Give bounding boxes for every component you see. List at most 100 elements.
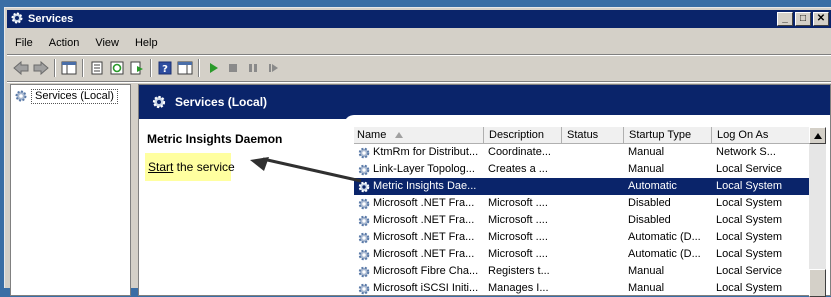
scroll-up-arrow-icon [813,132,822,139]
service-description: Microsoft .... [488,248,548,260]
service-name: KtmRm for Distribut... [373,146,479,158]
column-header-name[interactable]: Name [354,127,484,144]
restart-service-button[interactable] [263,58,283,78]
menu-action[interactable]: Action [41,37,88,49]
menu-view[interactable]: View [87,37,127,49]
title-bar[interactable]: Services _ □ ✕ [7,10,831,28]
toolbar-separator [54,59,56,77]
service-log-on-as: Network S... [716,146,776,158]
show-hide-console-tree-button[interactable] [59,58,79,78]
restart-icon [269,64,278,72]
annotation-arrow [250,157,362,183]
toolbar-separator [82,59,84,77]
menu-bar: File Action View Help [7,33,831,53]
services-gear-icon [152,95,166,109]
service-row[interactable]: Metric Insights Dae... Automatic Local Sys… [354,178,824,195]
service-row[interactable]: Microsoft .NET Fra... Microsoft .... Disab… [354,212,824,229]
service-log-on-as: Local Service [716,265,783,277]
service-startup-type: Automatic (D... [628,231,701,243]
service-gear-icon [358,249,370,260]
refresh-button[interactable] [107,58,127,78]
column-header-startup-type[interactable]: Startup Type [624,127,712,144]
service-name-cell: KtmRm for Distribut... [354,144,484,161]
service-name-cell: Microsoft iSCSI Initi... [354,280,484,297]
forward-button[interactable] [31,58,51,78]
start-service-button[interactable] [203,58,223,78]
vertical-scrollbar[interactable] [809,127,826,297]
service-description: Microsoft .... [488,214,548,226]
service-name-cell: Microsoft Fibre Cha... [354,263,484,280]
service-name: Microsoft Fibre Cha... [373,265,479,277]
service-name-cell: Link-Layer Topolog... [354,161,484,178]
service-description: Registers t... [488,265,550,277]
start-service-link[interactable]: Start [148,160,173,174]
service-name: Microsoft .NET Fra... [373,214,475,226]
help-button[interactable]: ? [155,58,175,78]
pane-header-title: Services (Local) [175,95,268,109]
minimize-button[interactable]: _ [777,12,793,26]
pause-service-button[interactable] [243,58,263,78]
tree-item-label: Services (Local) [31,88,118,104]
service-row[interactable]: KtmRm for Distribut... Coordinate... Manua… [354,144,824,161]
export-list-button[interactable] [127,58,147,78]
service-gear-icon [358,215,370,226]
service-gear-icon [358,283,370,294]
service-startup-type: Manual [628,163,665,175]
pane-header: Services (Local) [139,85,830,119]
service-row[interactable]: Microsoft .NET Fra... Microsoft .... Autom… [354,246,824,263]
column-header-log-on-as[interactable]: Log On As [712,127,822,144]
service-name-cell: Microsoft .NET Fra... [354,195,484,212]
toolbar-separator [198,59,200,77]
console-tree: Services (Local) [10,84,131,296]
services-gear-icon [10,11,24,28]
service-log-on-as: Local Service [716,163,783,175]
refresh-icon [110,61,124,75]
service-row[interactable]: Microsoft Fibre Cha... Registers t... Manu… [354,263,824,280]
menu-help[interactable]: Help [127,37,166,49]
back-button[interactable] [11,58,31,78]
toolbar-divider [7,81,831,83]
service-status [562,161,624,178]
service-description: Creates a ... [488,163,548,175]
properties-button[interactable] [87,58,107,78]
service-name: Microsoft iSCSI Initi... [373,282,479,294]
column-header-status[interactable]: Status [562,127,624,144]
stop-service-button[interactable] [223,58,243,78]
service-name-cell: Metric Insights Dae... [354,178,484,195]
service-description: Microsoft .... [488,197,548,209]
service-rows: KtmRm for Distribut... Coordinate... Manua… [354,144,824,297]
service-name: Link-Layer Topolog... [373,163,475,175]
help-icon: ? [158,61,172,75]
service-log-on-as: Local System [716,248,783,260]
window-title: Services [28,13,74,25]
service-startup-type: Manual [628,265,665,277]
menu-file[interactable]: File [7,37,41,49]
show-hide-action-pane-button[interactable] [175,58,195,78]
service-row[interactable]: Microsoft .NET Fra... Microsoft .... Autom… [354,229,824,246]
service-name: Microsoft .NET Fra... [373,248,475,260]
service-row[interactable]: Link-Layer Topolog... Creates a ... Manual… [354,161,824,178]
service-status [562,178,624,195]
scroll-thumb[interactable] [809,269,826,297]
service-name-cell: Microsoft .NET Fra... [354,229,484,246]
close-button[interactable]: ✕ [813,12,829,26]
toolbar: ? [7,56,831,80]
services-pane: Services (Local) Metric Insights Daemon … [138,84,831,297]
service-startup-type: Manual [628,146,665,158]
services-window: Services _ □ ✕ File Action View Help ? S… [4,7,831,297]
column-header-description[interactable]: Description [484,127,562,144]
services-list: Name Description Status Startup Type Log… [354,127,824,297]
play-icon [210,63,218,73]
service-name: Metric Insights Dae... [373,180,477,192]
service-row[interactable]: Microsoft iSCSI Initi... Manages I... Manu… [354,280,824,297]
action-pane-icon [177,61,193,75]
stop-icon [229,64,237,72]
service-row[interactable]: Microsoft .NET Fra... Microsoft .... Disab… [354,195,824,212]
tree-item-services-local[interactable]: Services (Local) [14,88,126,104]
maximize-button[interactable]: □ [795,12,811,26]
console-tree-icon [61,61,77,75]
service-startup-type: Manual [628,282,665,294]
scroll-up-button[interactable] [809,127,826,144]
service-startup-type: Disabled [628,197,671,209]
svg-text:?: ? [162,64,168,75]
